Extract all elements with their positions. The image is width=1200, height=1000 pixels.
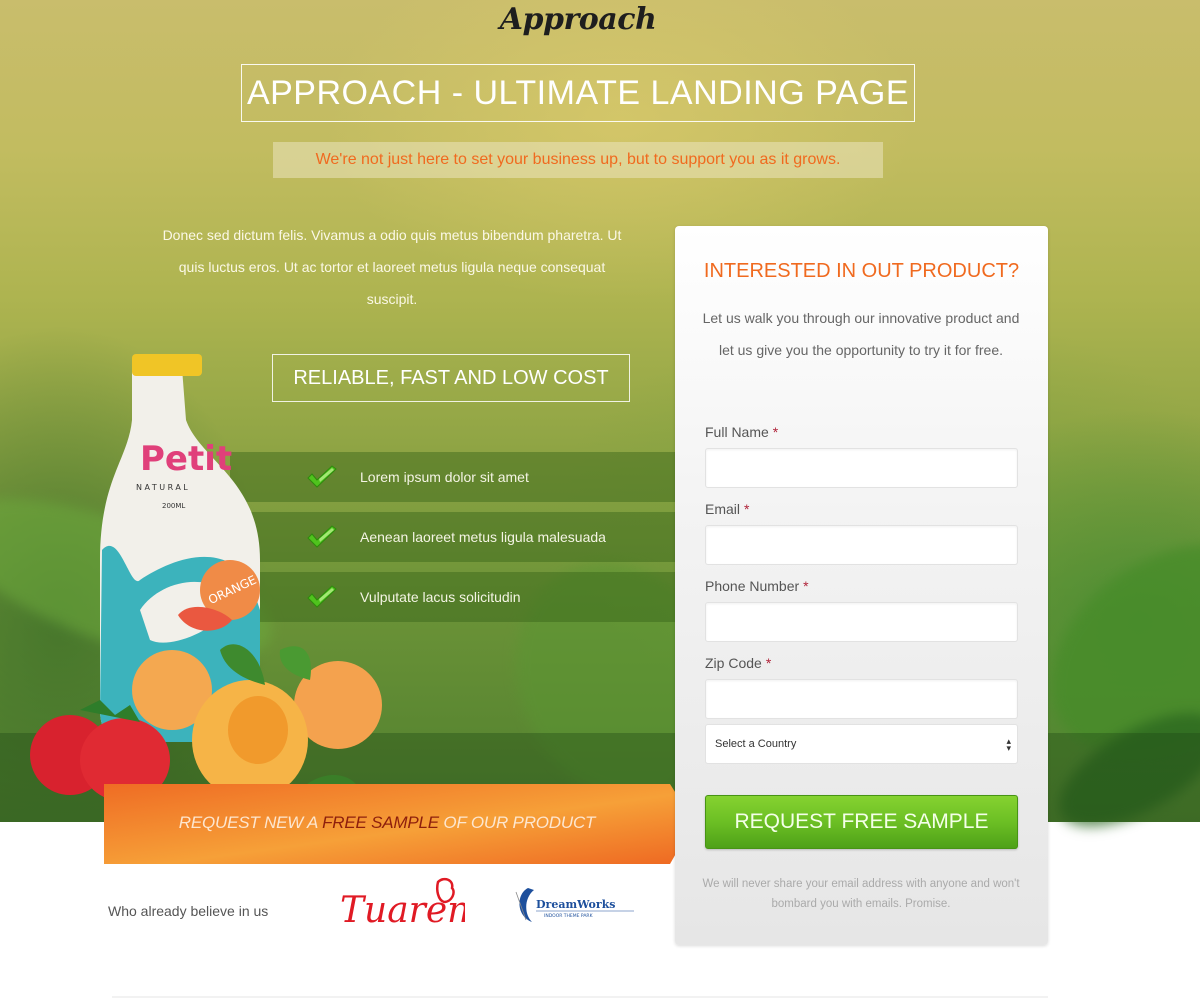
clients-label: Who already believe in us [108,903,269,919]
zip-input[interactable] [705,679,1018,719]
full-name-label: Full Name * [705,424,779,440]
full-name-input[interactable] [705,448,1018,488]
email-label: Email * [705,501,750,517]
select-arrows-icon: ▴ ▾ [1006,735,1011,753]
country-select[interactable]: Select a Country ▴ ▾ [705,724,1018,764]
email-input[interactable] [705,525,1018,565]
intro-text: Donec sed dictum felis. Vivamus a odio q… [162,227,622,307]
cta-banner[interactable]: REQUEST NEW A FREE SAMPLE OF OUR PRODUCT [104,784,694,864]
request-sample-button[interactable]: REQUEST FREE SAMPLE [705,795,1018,849]
client-logo-tuaren: Tuaren [340,876,470,943]
privacy-note: We will never share your email address w… [702,878,1020,910]
bottle-subtitle: NATURAL [136,483,190,492]
brand-logo[interactable]: Approach [0,2,1156,37]
tagline: We're not just here to set your business… [273,142,883,178]
svg-text:Tuaren: Tuaren [340,890,465,931]
bottle-cap [132,354,202,376]
page-title: APPROACH - ULTIMATE LANDING PAGE [241,64,915,122]
client-logo-dreamworks: DreamWorks INDOOR THEME PARK [514,886,636,931]
svg-text:DreamWorks: DreamWorks [536,898,616,911]
phone-label: Phone Number * [705,578,809,594]
feature-text: Aenean laoreet metus ligula malesuada [360,529,606,545]
bottle-volume: 200ML [162,502,185,510]
cta-highlight: FREE SAMPLE [322,813,439,832]
country-select-value: Select a Country [715,738,797,750]
cta-banner-text: REQUEST NEW A FREE SAMPLE OF OUR PRODUCT [178,813,596,832]
svg-text:INDOOR THEME PARK: INDOOR THEME PARK [544,913,594,919]
phone-input[interactable] [705,602,1018,642]
form-title: INTERESTED IN OUT PRODUCT? [703,260,1020,282]
form-description: Let us walk you through our innovative p… [702,310,1020,358]
signup-form: INTERESTED IN OUT PRODUCT? Let us walk y… [675,226,1048,945]
zip-label: Zip Code * [705,655,772,671]
footer-divider [112,996,1048,998]
bottle-brand: Petit [140,439,232,479]
product-image: Petit NATURAL 200ML ORANGE [20,350,390,810]
